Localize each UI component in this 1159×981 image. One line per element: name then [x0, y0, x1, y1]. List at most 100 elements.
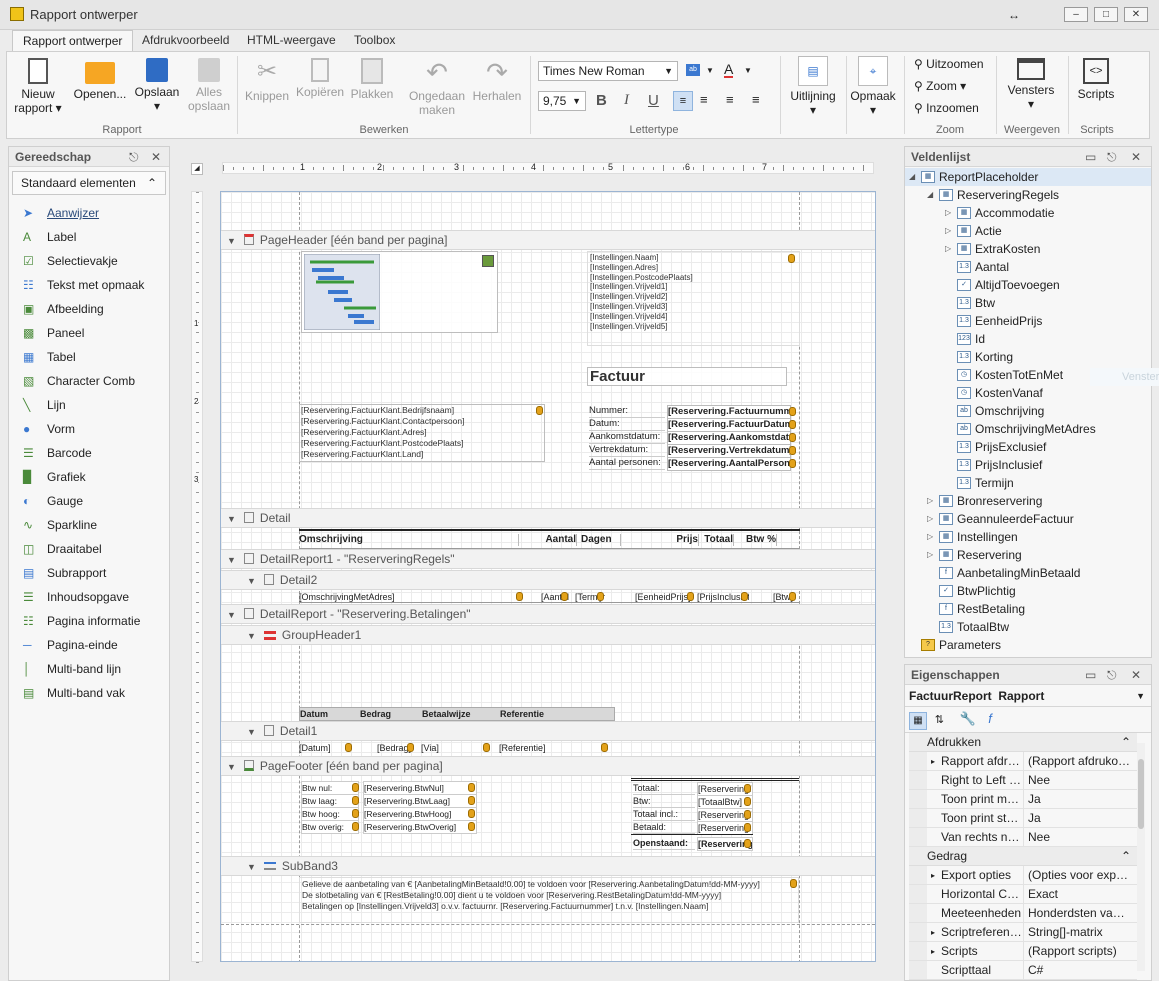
field-reserveringregels[interactable]: ◢ ▦ ReserveringRegels [905, 186, 1151, 204]
total-label[interactable]: Btw: [633, 795, 695, 808]
italic-button[interactable]: I [624, 92, 629, 109]
copy-button[interactable]: Kopiëren [296, 58, 344, 99]
info-label[interactable]: Datum: [589, 418, 665, 431]
tool-tabel[interactable]: ▦ Tabel [9, 345, 169, 369]
field-aantal[interactable]: 1.3 Aantal [905, 258, 1151, 276]
field-korting[interactable]: 1.3 Korting [905, 348, 1151, 366]
tool-gauge[interactable]: ◐ Gauge [9, 489, 169, 513]
column-header[interactable]: Totaal [704, 534, 734, 546]
tab-rapport-ontwerper[interactable]: Rapport ontwerper [12, 30, 134, 52]
collapsed-icon[interactable]: ▷ [945, 204, 951, 222]
band-detail1[interactable]: ▼ Detail1 [221, 721, 875, 741]
tool-pagina-informatie[interactable]: ☷ Pagina informatie [9, 609, 169, 633]
report-design-surface[interactable]: ▼ PageHeader [één band per pagina] [Inste… [220, 191, 876, 962]
detail2-field[interactable]: [OmschrijvingMetAdres] [299, 591, 524, 603]
group-column-header[interactable]: Betaalwijze [422, 708, 471, 720]
format-button[interactable]: ⌖ Opmaak ▾ [850, 56, 896, 117]
save-button[interactable]: Opslaan ▾ [134, 58, 180, 113]
tab-toolbox[interactable]: Toolbox [344, 30, 405, 52]
field-restbetaling[interactable]: f RestBetaling [905, 600, 1151, 618]
sort-az-icon[interactable]: ⇅ [930, 713, 948, 726]
band-detail2[interactable]: ▼ Detail2 [221, 570, 875, 590]
field-btw[interactable]: 1.3 Btw [905, 294, 1151, 312]
band-detailreport1[interactable]: ▼ DetailReport1 - "ReserveringRegels" [221, 549, 875, 569]
field-termijn[interactable]: 1.3 Termijn [905, 474, 1151, 492]
factuur-title[interactable]: Factuur [587, 367, 787, 386]
new-report-button[interactable]: Nieuw rapport ▾ [12, 58, 64, 115]
maximize-icon[interactable]: ▭ [1085, 665, 1096, 685]
pin-icon[interactable]: ⎋ [1107, 147, 1117, 167]
wrench-icon[interactable]: 🔧 [958, 711, 978, 727]
scrollbar-thumb[interactable] [1138, 759, 1144, 829]
collapsed-icon[interactable]: ▷ [945, 222, 951, 240]
collapse-icon[interactable]: ▼ [247, 631, 256, 641]
collapsed-icon[interactable]: ▷ [927, 492, 933, 510]
vat-value[interactable]: [Reservering.BtwNul] [363, 781, 477, 795]
tool-draaitabel[interactable]: ◫ Draaitabel [9, 537, 169, 561]
band-subband3[interactable]: ▼ SubBand3 [221, 856, 875, 876]
column-header[interactable]: Dagen [581, 534, 621, 546]
highlight-color-icon[interactable]: ab [686, 64, 700, 76]
group-column-header[interactable]: Datum [300, 708, 328, 720]
collapse-icon[interactable]: ▼ [227, 610, 236, 620]
info-label[interactable]: Aantal personen: [589, 457, 665, 470]
vat-value[interactable]: [Reservering.BtwLaag] [363, 794, 477, 808]
collapse-icon[interactable]: ▼ [227, 514, 236, 524]
collapse-icon[interactable]: ▼ [227, 762, 236, 772]
vat-value[interactable]: [Reservering.BtwHoog] [363, 807, 477, 821]
field-accommodatie[interactable]: ▷ ▦ Accommodatie [905, 204, 1151, 222]
property-row[interactable]: ▸ Scriptreferenties String[]-matrix [909, 923, 1137, 942]
field-totaalbtw[interactable]: 1.3 TotaalBtw [905, 618, 1151, 636]
alignment-button[interactable]: ▤ Uitlijning ▾ [786, 56, 840, 117]
toolbox-category[interactable]: Standaard elementen ⌃ [12, 171, 166, 195]
chevron-down-icon[interactable]: ▼ [706, 66, 714, 75]
collapsed-icon[interactable]: ▷ [927, 510, 933, 528]
field-omschrijvingmetadres[interactable]: ab OmschrijvingMetAdres [905, 420, 1151, 438]
property-category[interactable]: Afdrukken ⌃ [909, 733, 1137, 752]
field-prijsexclusief[interactable]: 1.3 PrijsExclusief [905, 438, 1151, 456]
tab-html-weergave[interactable]: HTML-weergave [237, 30, 346, 52]
info-label[interactable]: Nummer: [589, 405, 665, 418]
paste-button[interactable]: Plakken [350, 58, 394, 101]
object-selector[interactable]: FactuurReport Rapport ▼ [905, 685, 1151, 707]
company-info-block[interactable]: [Instellingen.Naam] [Instellingen.Adres][… [587, 251, 800, 346]
property-row[interactable]: Van rechts naar linksNee [909, 828, 1137, 847]
field-aanbetalingminbetaald[interactable]: f AanbetalingMinBetaald [905, 564, 1151, 582]
font-family-select[interactable]: Times New Roman ▼ [538, 61, 678, 81]
close-button[interactable]: ✕ [1124, 7, 1148, 22]
close-icon[interactable]: ✕ [1131, 665, 1141, 685]
column-header[interactable]: Aantal [529, 534, 577, 546]
field-kostenvanaf[interactable]: ◷ KostenVanaf [905, 384, 1151, 402]
column-header[interactable]: Prijs [629, 534, 699, 546]
tool-multi-band-lijn[interactable]: │ Multi-band lijn [9, 657, 169, 681]
band-page-footer[interactable]: ▼ PageFooter [één band per pagina] [221, 756, 875, 776]
column-header[interactable]: Omschrijving [299, 534, 519, 546]
customer-address-block[interactable]: [Reservering.FactuurKlant.Bedrijfsnaam][… [299, 404, 545, 462]
collapse-icon[interactable]: ▼ [227, 555, 236, 565]
detail1-field[interactable]: [Via] [421, 742, 487, 754]
vat-value[interactable]: [Reservering.BtwOverig] [363, 820, 477, 834]
info-value[interactable]: [Reservering.FactuurDatum] [667, 418, 791, 432]
ruler-corner[interactable]: ◢ [191, 163, 203, 175]
info-value[interactable]: [Reservering.Vertrekdatum] [667, 444, 791, 458]
field-id[interactable]: 123 Id [905, 330, 1151, 348]
collapse-icon[interactable]: ▼ [227, 236, 236, 246]
info-value[interactable]: [Reservering.AantalPersonen] [667, 457, 791, 471]
collapsed-icon[interactable]: ▷ [945, 240, 951, 258]
info-label[interactable]: Vertrekdatum: [589, 444, 665, 457]
tool-inhoudsopgave[interactable]: ☰ Inhoudsopgave [9, 585, 169, 609]
tool-aanwijzer[interactable]: ➤ Aanwijzer [9, 201, 169, 225]
property-row[interactable]: Toon print status Ja [909, 809, 1137, 828]
band-groupheader1[interactable]: ▼ GroupHeader1 [221, 625, 875, 645]
tool-subrapport[interactable]: ▤ Subrapport [9, 561, 169, 585]
collapsed-icon[interactable]: ▷ [927, 546, 933, 564]
expand-icon[interactable]: ▸ [931, 923, 935, 941]
close-icon[interactable]: ✕ [1131, 147, 1141, 167]
close-icon[interactable]: ✕ [151, 147, 161, 167]
collapsed-icon[interactable]: ▷ [927, 528, 933, 546]
align-left-button[interactable]: ≡ [673, 91, 693, 111]
property-row[interactable]: MeeteenhedenHonderdsten van een inch [909, 904, 1137, 923]
total-label[interactable]: Openstaand: [633, 837, 695, 850]
property-row[interactable]: ▸ Scripts (Rapport scripts) [909, 942, 1137, 961]
expanded-icon[interactable]: ◢ [927, 186, 933, 204]
